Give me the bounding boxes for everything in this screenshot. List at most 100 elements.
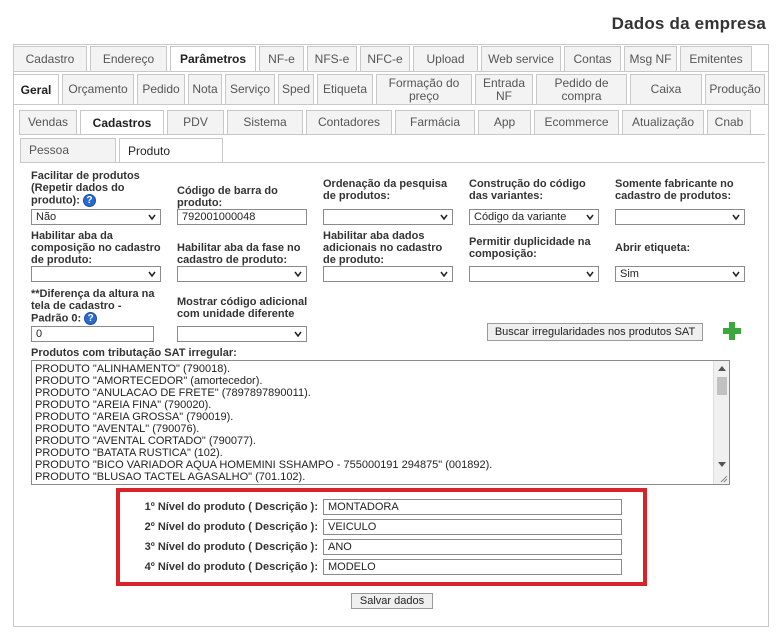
list-item[interactable]: PRODUTO "AREIA FINA" (790020). bbox=[35, 399, 711, 411]
codigo-barra-label: Código de barra do produto: bbox=[177, 185, 278, 209]
tab-contas[interactable]: Contas bbox=[564, 46, 621, 71]
buscar-irregularidades-button[interactable]: Buscar irregularidades nos produtos SAT bbox=[487, 323, 703, 341]
tab-caixa[interactable]: Caixa bbox=[630, 74, 702, 104]
list-item[interactable]: PRODUTO "ALINHAMENTO" (790018). bbox=[35, 363, 711, 375]
sat-label: Produtos com tributação SAT irregular: bbox=[31, 347, 237, 359]
help-icon[interactable]: ? bbox=[84, 312, 98, 325]
chevron-down-icon bbox=[440, 271, 448, 278]
somente-fabricante-label: Somente fabricante no cadastro de produt… bbox=[615, 178, 734, 202]
tab-producao[interactable]: Produção bbox=[705, 74, 765, 104]
chevron-down-icon bbox=[732, 271, 740, 278]
tab-nfce[interactable]: NFC-e bbox=[360, 46, 410, 71]
diferenca-altura-input[interactable]: 0 bbox=[31, 326, 154, 342]
aba-composicao-select[interactable] bbox=[31, 266, 161, 282]
tab-farmacia[interactable]: Farmácia bbox=[395, 110, 475, 134]
scroll-down-icon[interactable] bbox=[718, 462, 726, 467]
level-4-input[interactable]: MODELO bbox=[323, 559, 622, 575]
chevron-down-icon bbox=[586, 214, 594, 221]
tab-divider bbox=[13, 104, 769, 105]
tab-atualizacao[interactable]: Atualização bbox=[622, 110, 704, 134]
aba-adicionais-label: Habilitar aba dados adicionais no cadast… bbox=[323, 230, 443, 266]
tab-parametros[interactable]: Parâmetros bbox=[170, 46, 256, 72]
sat-listbox[interactable]: PRODUTO "ALINHAMENTO" (790018). PRODUTO … bbox=[31, 360, 730, 485]
tab-pedido[interactable]: Pedido bbox=[137, 74, 185, 104]
chevron-down-icon bbox=[148, 271, 156, 278]
tabs-row-4: Pessoa Produto bbox=[20, 138, 223, 163]
tab-produto[interactable]: Produto bbox=[119, 138, 223, 163]
somente-fabricante-select[interactable] bbox=[615, 209, 745, 225]
tab-sistema[interactable]: Sistema bbox=[227, 110, 303, 134]
facilitar-select[interactable]: Não bbox=[31, 209, 161, 225]
chevron-down-icon bbox=[440, 214, 448, 221]
tab-etiqueta[interactable]: Etiqueta bbox=[317, 74, 373, 104]
tab-contadores[interactable]: Contadores bbox=[306, 110, 392, 134]
list-item[interactable]: PRODUTO "BICO VARIADOR AQUA HOMEMINI SSH… bbox=[35, 459, 711, 471]
abrir-etiqueta-label: Abrir etiqueta: bbox=[615, 242, 691, 254]
ordenacao-label: Ordenação da pesquisa de produtos: bbox=[323, 178, 448, 202]
tab-entrada-nf[interactable]: Entrada NF bbox=[475, 74, 533, 104]
level-1-input[interactable]: MONTADORA bbox=[323, 499, 622, 515]
list-item[interactable]: PRODUTO "BLUSAO TACTEL AGASALHO" (701.10… bbox=[35, 471, 711, 483]
salvar-dados-button[interactable]: Salvar dados bbox=[351, 593, 433, 609]
list-item[interactable]: PRODUTO "AMORTECEDOR" (amortecedor). bbox=[35, 375, 711, 387]
tab-web-service[interactable]: Web service bbox=[481, 46, 561, 71]
tab-pessoa[interactable]: Pessoa bbox=[20, 138, 116, 162]
duplicidade-label: Permitir duplicidade na composição: bbox=[469, 236, 591, 260]
tab-sped[interactable]: Sped bbox=[278, 74, 314, 104]
tab-nfe[interactable]: NF-e bbox=[259, 46, 304, 71]
list-item[interactable]: PRODUTO "ANULACAO DE FRETE" (78978978900… bbox=[35, 387, 711, 399]
duplicidade-select[interactable] bbox=[469, 266, 599, 282]
tab-vendas[interactable]: Vendas bbox=[19, 110, 77, 134]
tab-cadastro[interactable]: Cadastro bbox=[13, 46, 87, 71]
tabs-row-1: Cadastro Endereço Parâmetros NF-e NFS-e … bbox=[13, 46, 752, 72]
plus-icon[interactable] bbox=[723, 322, 741, 340]
tab-ecommerce[interactable]: Ecommerce bbox=[534, 110, 619, 134]
tab-app[interactable]: App bbox=[478, 110, 531, 134]
codigo-barra-input[interactable]: 792001000048 bbox=[177, 209, 307, 225]
tab-orcamento[interactable]: Orçamento bbox=[62, 74, 134, 104]
level-4-label: 4º Nível do produto ( Descrição ): bbox=[144, 561, 318, 573]
ordenacao-select[interactable] bbox=[323, 209, 453, 225]
aba-fase-select[interactable] bbox=[177, 266, 307, 282]
tab-emitentes[interactable]: Emitentes bbox=[680, 46, 752, 71]
tab-endereco[interactable]: Endereço bbox=[90, 46, 167, 71]
tab-formacao-preco[interactable]: Formação do preço bbox=[376, 74, 472, 104]
tab-cnab[interactable]: Cnab bbox=[707, 110, 751, 134]
scroll-up-icon[interactable] bbox=[718, 366, 726, 371]
list-item[interactable]: PRODUTO "AVENTAL CORTADO" (790077). bbox=[35, 435, 711, 447]
construcao-label: Construção do código das variantes: bbox=[469, 178, 586, 202]
tab-upload[interactable]: Upload bbox=[413, 46, 478, 71]
tab-pdv[interactable]: PDV bbox=[167, 110, 224, 134]
chevron-down-icon bbox=[148, 214, 156, 221]
codigo-adicional-label: Mostrar código adicional com unidade dif… bbox=[177, 296, 308, 320]
tab-servico[interactable]: Serviço bbox=[225, 74, 275, 104]
tabs-row-2: Geral Orçamento Pedido Nota Serviço Sped… bbox=[13, 74, 765, 105]
page-title: Dados da empresa bbox=[611, 14, 766, 33]
tab-divider bbox=[20, 162, 765, 163]
level-1-label: 1º Nível do produto ( Descrição ): bbox=[144, 501, 318, 513]
chevron-down-icon bbox=[294, 271, 302, 278]
tab-divider bbox=[13, 71, 769, 72]
scroll-thumb[interactable] bbox=[717, 377, 727, 395]
codigo-adicional-select[interactable] bbox=[177, 326, 307, 342]
tab-geral[interactable]: Geral bbox=[13, 74, 59, 105]
level-3-label: 3º Nível do produto ( Descrição ): bbox=[144, 541, 318, 553]
chevron-down-icon bbox=[294, 331, 302, 338]
resize-grip-icon[interactable] bbox=[718, 473, 728, 483]
level-2-input[interactable]: VEICULO bbox=[323, 519, 622, 535]
list-item[interactable]: PRODUTO "AVENTAL" (790076). bbox=[35, 423, 711, 435]
construcao-select[interactable]: Código da variante bbox=[469, 209, 599, 225]
list-item[interactable]: PRODUTO "AREIA GROSSA" (790019). bbox=[35, 411, 711, 423]
help-icon[interactable]: ? bbox=[82, 194, 96, 207]
abrir-etiqueta-select[interactable]: Sim bbox=[615, 266, 745, 282]
list-item[interactable]: PRODUTO "BATATA RUSTICA" (102). bbox=[35, 447, 711, 459]
level-3-input[interactable]: ANO bbox=[323, 539, 622, 555]
aba-adicionais-select[interactable] bbox=[323, 266, 453, 282]
tab-pedido-compra[interactable]: Pedido de compra bbox=[536, 74, 627, 104]
tab-nota[interactable]: Nota bbox=[188, 74, 222, 104]
tab-msg-nf[interactable]: Msg NF bbox=[624, 46, 677, 71]
tab-nfse[interactable]: NFS-e bbox=[307, 46, 357, 71]
tab-cadastros[interactable]: Cadastros bbox=[80, 110, 164, 135]
facilitar-label: Facilitar de produtos (Repetir dados do … bbox=[31, 170, 140, 207]
sat-scrollbar[interactable] bbox=[713, 361, 729, 484]
